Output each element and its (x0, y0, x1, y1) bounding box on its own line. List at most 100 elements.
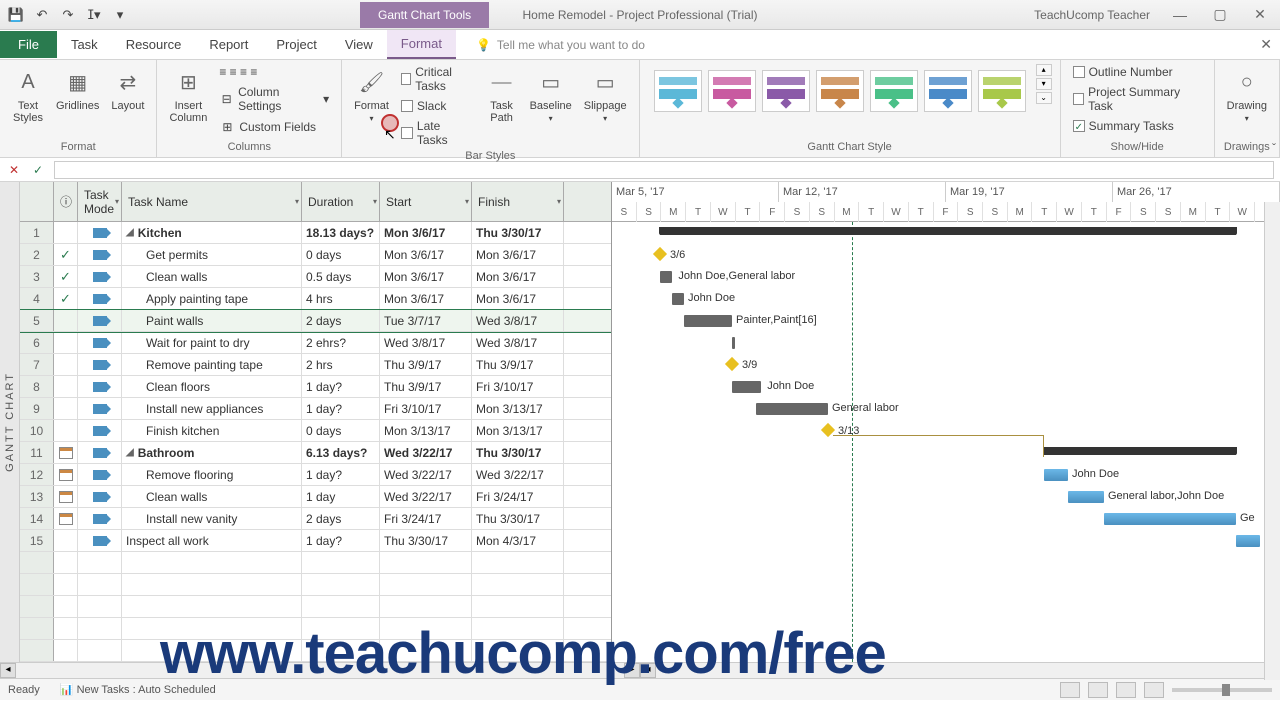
task-bar[interactable] (756, 403, 828, 415)
save-icon[interactable]: 💾 (8, 7, 24, 23)
table-row[interactable] (20, 552, 611, 574)
undo-icon[interactable]: ↶ (34, 7, 50, 23)
entry-input[interactable] (54, 161, 1274, 179)
style-gallery-nav[interactable]: ▴▾⌄ (1036, 64, 1052, 104)
cancel-entry-icon[interactable]: ✕ (6, 162, 22, 178)
collapse-icon[interactable]: ◢ (126, 447, 134, 458)
summary-bar[interactable] (1044, 447, 1236, 455)
table-row[interactable]: 15 Inspect all work 1 day? Thu 3/30/17 M… (20, 530, 611, 552)
view-btn-2[interactable] (1088, 682, 1108, 698)
table-row[interactable]: 6 Wait for paint to dry 2 ehrs? Wed 3/8/… (20, 332, 611, 354)
style-swatch[interactable] (654, 70, 702, 112)
accept-entry-icon[interactable]: ✓ (30, 162, 46, 178)
hdr-finish[interactable]: Finish▾ (472, 182, 564, 221)
slippage-button[interactable]: ▭Slippage▾ (580, 64, 631, 125)
table-row[interactable]: 13 Clean walls 1 day Wed 3/22/17 Fri 3/2… (20, 486, 611, 508)
vertical-scrollbar[interactable] (1264, 202, 1280, 680)
task-bar[interactable] (1068, 491, 1104, 503)
tab-file[interactable]: File (0, 31, 57, 58)
text-styles-button[interactable]: AText Styles (8, 64, 48, 126)
view-btn-1[interactable] (1060, 682, 1080, 698)
slack-checkbox[interactable]: Slack (397, 98, 478, 114)
outline-number-checkbox[interactable]: Outline Number (1069, 64, 1206, 80)
tab-format[interactable]: Format (387, 30, 456, 59)
milestone[interactable] (725, 357, 739, 371)
table-row[interactable]: 14 Install new vanity 2 days Fri 3/24/17… (20, 508, 611, 530)
tab-resource[interactable]: Resource (112, 31, 196, 58)
tell-me-search[interactable]: 💡 Tell me what you want to do (476, 38, 645, 52)
table-row[interactable]: 7 Remove painting tape 2 hrs Thu 3/9/17 … (20, 354, 611, 376)
task-bar[interactable] (660, 271, 672, 283)
table-row[interactable]: 2 ✓ Get permits 0 days Mon 3/6/17 Mon 3/… (20, 244, 611, 266)
style-swatch[interactable] (762, 70, 810, 112)
custom-fields-button[interactable]: ⊞Custom Fields (215, 118, 333, 136)
hdr-task-name[interactable]: Task Name▾ (122, 182, 302, 221)
table-row[interactable]: 12 Remove flooring 1 day? Wed 3/22/17 We… (20, 464, 611, 486)
gridlines-button[interactable]: ▦Gridlines (52, 64, 103, 114)
document-title: Home Remodel - Project Professional (Tri… (523, 8, 758, 22)
table-row[interactable]: 5 Paint walls 2 days Tue 3/7/17 Wed 3/8/… (20, 310, 611, 332)
maximize-button[interactable]: ▢ (1200, 0, 1240, 30)
task-path-button[interactable]: ⎯⎯Task Path (482, 64, 522, 126)
collapse-icon[interactable]: ◢ (126, 227, 134, 238)
hdr-start[interactable]: Start▾ (380, 182, 472, 221)
collapse-ribbon-icon[interactable]: ˇ (1272, 141, 1276, 155)
qat-customize-icon[interactable]: ▾ (112, 7, 128, 23)
table-row[interactable]: 4 ✓ Apply painting tape 4 hrs Mon 3/6/17… (20, 288, 611, 310)
table-row[interactable]: 10 Finish kitchen 0 days Mon 3/13/17 Mon… (20, 420, 611, 442)
table-row[interactable]: 1 ◢Kitchen 18.13 days? Mon 3/6/17 Thu 3/… (20, 222, 611, 244)
layout-button[interactable]: ⇄Layout (107, 64, 148, 114)
task-bar[interactable] (732, 337, 735, 349)
close-document-button[interactable]: ✕ (1260, 36, 1272, 53)
link-icon[interactable]: ⵊ▾ (86, 7, 102, 23)
style-swatch[interactable] (708, 70, 756, 112)
close-button[interactable]: ✕ (1240, 0, 1280, 30)
style-swatch[interactable] (924, 70, 972, 112)
hdr-rownum[interactable] (20, 182, 54, 221)
table-row[interactable]: 9 Install new appliances 1 day? Fri 3/10… (20, 398, 611, 420)
late-tasks-checkbox[interactable]: Late Tasks (397, 118, 478, 148)
table-row[interactable]: 11 ◢Bathroom 6.13 days? Wed 3/22/17 Thu … (20, 442, 611, 464)
minimize-button[interactable]: — (1160, 0, 1200, 30)
insert-column-button[interactable]: ⊞Insert Column (165, 64, 211, 126)
view-btn-3[interactable] (1116, 682, 1136, 698)
table-row[interactable] (20, 574, 611, 596)
table-row[interactable] (20, 596, 611, 618)
column-settings-button[interactable]: ⊟Column Settings▾ (215, 84, 333, 114)
style-swatch[interactable] (870, 70, 918, 112)
task-bar[interactable] (1236, 535, 1260, 547)
hdr-task-mode[interactable]: Task Mode▾ (78, 182, 122, 221)
view-btn-4[interactable] (1144, 682, 1164, 698)
week-header: Mar 12, '17 (779, 182, 946, 202)
table-row[interactable]: 3 ✓ Clean walls 0.5 days Mon 3/6/17 Mon … (20, 266, 611, 288)
hdr-indicators[interactable]: ⓘ (54, 182, 78, 221)
align-buttons[interactable]: ≡ ≡ ≡ ≡ (215, 64, 333, 80)
project-summary-checkbox[interactable]: Project Summary Task (1069, 84, 1206, 114)
hdr-duration[interactable]: Duration▾ (302, 182, 380, 221)
tab-report[interactable]: Report (195, 31, 262, 58)
table-row[interactable]: 8 Clean floors 1 day? Thu 3/9/17 Fri 3/1… (20, 376, 611, 398)
milestone[interactable] (653, 247, 667, 261)
summary-bar[interactable] (660, 227, 1236, 235)
style-swatch[interactable] (978, 70, 1026, 112)
task-bar[interactable] (1044, 469, 1068, 481)
table-row[interactable] (20, 640, 611, 662)
tab-project[interactable]: Project (262, 31, 330, 58)
summary-tasks-checkbox[interactable]: Summary Tasks (1069, 118, 1206, 134)
tab-view[interactable]: View (331, 31, 387, 58)
baseline-button[interactable]: ▭Baseline▾ (526, 64, 576, 125)
task-bar[interactable] (672, 293, 684, 305)
gantt-body[interactable]: 3/6John Doe,General laborJohn DoePainter… (612, 222, 1280, 662)
task-bar[interactable] (1104, 513, 1236, 525)
tab-task[interactable]: Task (57, 31, 112, 58)
task-bar[interactable] (684, 315, 732, 327)
style-swatch[interactable] (816, 70, 864, 112)
gantt-hscroll[interactable]: ◂▸ (640, 663, 1280, 678)
grid-hscroll[interactable]: ◂▸ (0, 663, 640, 678)
critical-tasks-checkbox[interactable]: Critical Tasks (397, 64, 478, 94)
table-row[interactable] (20, 618, 611, 640)
drawing-button[interactable]: ○Drawing▾ (1223, 64, 1271, 125)
task-bar[interactable] (732, 381, 761, 393)
zoom-slider[interactable] (1172, 688, 1272, 692)
redo-icon[interactable]: ↷ (60, 7, 76, 23)
